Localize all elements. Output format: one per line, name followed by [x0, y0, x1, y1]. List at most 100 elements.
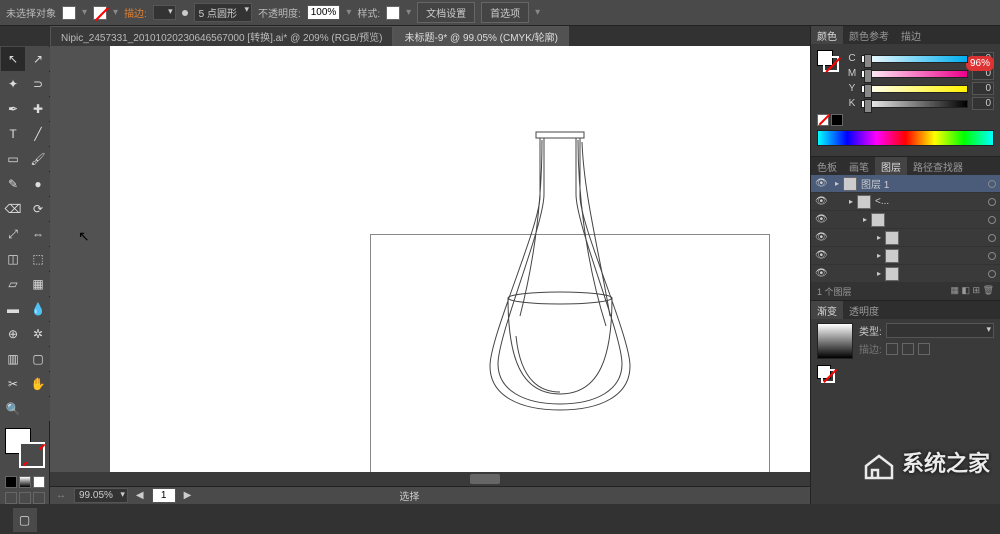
- none-mode[interactable]: [33, 476, 45, 488]
- target-icon[interactable]: [988, 234, 996, 242]
- slider-M[interactable]: [861, 70, 968, 78]
- type-tool-placeholder[interactable]: ✚: [26, 97, 50, 121]
- zoom-dropdown[interactable]: 99.05%: [74, 488, 128, 503]
- pathfinder-tab[interactable]: 路径查找器: [907, 157, 969, 175]
- target-icon[interactable]: [988, 270, 996, 278]
- style-swatch[interactable]: [386, 6, 400, 20]
- stroke-weight-dropdown[interactable]: [153, 5, 176, 20]
- visibility-icon[interactable]: 👁: [815, 178, 827, 189]
- sync-badge[interactable]: 96%: [966, 56, 994, 71]
- value-K[interactable]: 0: [972, 97, 994, 110]
- visibility-icon[interactable]: 👁: [815, 250, 827, 261]
- layer-row[interactable]: 👁▸: [811, 211, 1000, 229]
- document-setup-button[interactable]: 文档设置: [417, 2, 475, 23]
- stroke-color[interactable]: [19, 442, 45, 468]
- slice-tool[interactable]: ✂: [1, 372, 25, 396]
- shape-builder-tool[interactable]: ⬚: [26, 247, 50, 271]
- symbol-sprayer-tool[interactable]: ✲: [26, 322, 50, 346]
- horizontal-scrollbar[interactable]: [50, 472, 810, 486]
- mesh-tool[interactable]: ▦: [26, 272, 50, 296]
- free-transform-tool[interactable]: ◫: [1, 247, 25, 271]
- direct-selection-tool[interactable]: ↗: [26, 47, 50, 71]
- graph-tool[interactable]: ▥: [1, 347, 25, 371]
- layer-row[interactable]: 👁▸: [811, 265, 1000, 283]
- type-tool[interactable]: T: [1, 122, 25, 146]
- none-swatch[interactable]: [817, 114, 829, 126]
- swatches-tab[interactable]: 色板: [811, 157, 843, 175]
- disclosure-icon[interactable]: ▸: [849, 197, 853, 206]
- disclosure-icon[interactable]: ▸: [835, 179, 839, 188]
- width-tool[interactable]: ⇔: [26, 222, 50, 246]
- gradient-mode[interactable]: [19, 476, 31, 488]
- document-tab[interactable]: Nipic_2457331_20101020230646567000 [转换].…: [50, 26, 393, 46]
- layer-row[interactable]: 👁▸: [811, 247, 1000, 265]
- transparency-tab[interactable]: 透明度: [843, 301, 885, 319]
- grad-in-stroke-1[interactable]: [886, 343, 898, 355]
- blend-tool[interactable]: ⊕: [1, 322, 25, 346]
- disclosure-icon[interactable]: ▸: [877, 251, 881, 260]
- visibility-icon[interactable]: 👁: [815, 196, 827, 207]
- target-icon[interactable]: [988, 198, 996, 206]
- document-tab-active[interactable]: 未标题-9* @ 99.05% (CMYK/轮廓): [393, 26, 569, 46]
- eraser-tool[interactable]: ⌫: [1, 197, 25, 221]
- layer-row[interactable]: 👁▸<...: [811, 193, 1000, 211]
- gradient-tab[interactable]: 渐变: [811, 301, 843, 319]
- solid-mode[interactable]: [5, 476, 17, 488]
- disclosure-icon[interactable]: ▸: [877, 269, 881, 278]
- visibility-icon[interactable]: 👁: [815, 268, 827, 279]
- pen-tool[interactable]: ✒: [1, 97, 25, 121]
- value-Y[interactable]: 0: [972, 82, 994, 95]
- layers-buttons[interactable]: ▦ ◧ ⊞ 🗑: [951, 285, 994, 298]
- preferences-button[interactable]: 首选项: [481, 2, 529, 23]
- gradient-preview[interactable]: [817, 323, 853, 359]
- draw-behind[interactable]: [19, 492, 31, 504]
- visibility-icon[interactable]: 👁: [815, 232, 827, 243]
- zoom-tool[interactable]: 🔍: [1, 397, 25, 421]
- disclosure-icon[interactable]: ▸: [863, 215, 867, 224]
- brush-dropdown[interactable]: 5 点圆形: [194, 3, 252, 22]
- eyedropper-tool[interactable]: 💧: [26, 297, 50, 321]
- lasso-tool[interactable]: ⊃: [26, 72, 50, 96]
- fill-swatch[interactable]: [62, 6, 76, 20]
- artboard-tool[interactable]: ▢: [26, 347, 50, 371]
- draw-normal[interactable]: [5, 492, 17, 504]
- selection-tool[interactable]: ↖: [1, 47, 25, 71]
- hand-tool[interactable]: ✋: [26, 372, 50, 396]
- document-canvas[interactable]: [110, 46, 810, 486]
- draw-inside[interactable]: [33, 492, 45, 504]
- slider-C[interactable]: [861, 55, 968, 63]
- disclosure-icon[interactable]: ▸: [877, 233, 881, 242]
- rectangle-tool[interactable]: ▭: [1, 147, 25, 171]
- screen-mode-button[interactable]: ▢: [13, 508, 37, 532]
- panel-stroke-swatch[interactable]: [823, 56, 839, 72]
- layer-row[interactable]: 👁▸图层 1: [811, 175, 1000, 193]
- line-tool[interactable]: ╱: [26, 122, 50, 146]
- opacity-input[interactable]: 100%: [307, 5, 341, 20]
- gradient-tool[interactable]: ▬: [1, 297, 25, 321]
- perspective-tool[interactable]: ▱: [1, 272, 25, 296]
- visibility-icon[interactable]: 👁: [815, 214, 827, 225]
- spectrum-picker[interactable]: [817, 130, 994, 146]
- layer-row[interactable]: 👁▸: [811, 229, 1000, 247]
- stroke-tab[interactable]: 描边: [895, 26, 927, 44]
- color-guide-tab[interactable]: 颜色参考: [843, 26, 895, 44]
- scale-tool[interactable]: ⤢: [1, 222, 25, 246]
- magic-wand-tool[interactable]: ✦: [1, 72, 25, 96]
- layers-tab[interactable]: 图层: [875, 157, 907, 175]
- grad-in-stroke-2[interactable]: [902, 343, 914, 355]
- color-well[interactable]: [3, 426, 47, 470]
- grad-in-stroke-3[interactable]: [918, 343, 930, 355]
- target-icon[interactable]: [988, 216, 996, 224]
- target-icon[interactable]: [988, 180, 996, 188]
- blob-brush-tool[interactable]: ●: [26, 172, 50, 196]
- slider-K[interactable]: [861, 100, 968, 108]
- page-input[interactable]: 1: [152, 488, 176, 503]
- stroke-swatch[interactable]: [93, 6, 107, 20]
- rotate-tool[interactable]: ⟳: [26, 197, 50, 221]
- slider-Y[interactable]: [861, 85, 968, 93]
- gradient-type-dropdown[interactable]: [886, 323, 994, 338]
- color-tab[interactable]: 颜色: [811, 26, 843, 44]
- black-swatch[interactable]: [831, 114, 843, 126]
- brushes-tab[interactable]: 画笔: [843, 157, 875, 175]
- target-icon[interactable]: [988, 252, 996, 260]
